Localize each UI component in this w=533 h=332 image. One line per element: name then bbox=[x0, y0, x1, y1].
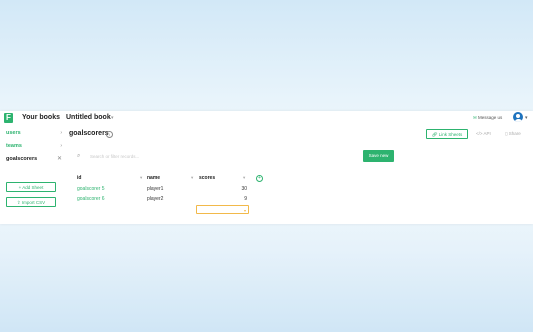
new-record-input-cell[interactable]: ▾ bbox=[196, 205, 249, 214]
search-icon: ⌕ bbox=[77, 153, 81, 159]
api-button[interactable]: </> API bbox=[476, 130, 491, 138]
user-menu-chevron-icon[interactable]: ▾ bbox=[525, 114, 528, 122]
avatar-torso-shape bbox=[514, 118, 522, 122]
link-sheets-button[interactable]: 🔗︎ Link Sheets bbox=[426, 129, 468, 139]
api-label: API bbox=[483, 131, 491, 136]
top-bar: F Your books › Untitled book ▾ ✉ Message… bbox=[0, 111, 533, 125]
table-cell-scores[interactable]: 30 bbox=[217, 185, 247, 193]
close-icon[interactable]: ✕ bbox=[57, 154, 62, 164]
message-us-label: Message us bbox=[478, 115, 503, 120]
book-menu-chevron-icon[interactable]: ▾ bbox=[111, 113, 114, 123]
breadcrumb-your-books[interactable]: Your books bbox=[22, 113, 60, 123]
chevron-down-icon: ▾ bbox=[243, 208, 246, 213]
table-cell-id[interactable]: goalscorer 5 bbox=[77, 185, 105, 193]
sidebar-item-label: users bbox=[6, 130, 21, 136]
info-icon[interactable]: i bbox=[106, 131, 113, 138]
import-csv-button[interactable]: ⇪ Import CSV bbox=[6, 197, 56, 207]
breadcrumb-book-title[interactable]: Untitled book bbox=[66, 113, 111, 123]
column-header-scores[interactable]: scores bbox=[199, 174, 215, 182]
add-sheet-label: Add Sheet bbox=[22, 185, 44, 190]
sidebar-item-teams[interactable]: teams › bbox=[6, 141, 62, 151]
search-input[interactable] bbox=[90, 152, 190, 160]
sheet-title: goalscorers bbox=[69, 130, 109, 137]
table-cell-name[interactable]: player2 bbox=[147, 195, 163, 203]
link-sheets-label: Link Sheets bbox=[438, 132, 463, 137]
add-column-icon[interactable]: + bbox=[256, 175, 263, 182]
avatar-head-shape bbox=[516, 114, 520, 118]
sidebar-item-label: goalscorers bbox=[6, 156, 38, 162]
table-cell-id[interactable]: goalscorer 6 bbox=[77, 195, 105, 203]
save-new-button[interactable]: Save new bbox=[363, 150, 394, 162]
chevron-right-icon: › bbox=[60, 130, 62, 136]
message-us-link[interactable]: ✉ Message us bbox=[473, 114, 502, 122]
column-header-name[interactable]: name bbox=[147, 174, 160, 182]
column-menu-chevron-icon[interactable]: ▾ bbox=[140, 174, 142, 182]
chat-icon: ✉ bbox=[473, 115, 477, 120]
link-icon: 🔗︎ bbox=[431, 132, 439, 137]
share-label: Share bbox=[508, 131, 521, 136]
add-sheet-button[interactable]: + Add Sheet bbox=[6, 182, 56, 192]
column-header-id[interactable]: id bbox=[77, 174, 81, 182]
app-window: F Your books › Untitled book ▾ ✉ Message… bbox=[0, 111, 533, 224]
share-button[interactable]: ▯ Share bbox=[505, 130, 521, 138]
sidebar-item-goalscorers[interactable]: goalscorers ✕ bbox=[6, 154, 62, 164]
sidebar-item-label: teams bbox=[6, 143, 22, 149]
sheets-sidebar: users › teams › goalscorers ✕ + Add Shee… bbox=[0, 125, 66, 224]
sidebar-item-users[interactable]: users › bbox=[6, 128, 62, 138]
column-menu-chevron-icon[interactable]: ▾ bbox=[191, 174, 193, 182]
table-cell-scores[interactable]: 9 bbox=[217, 195, 247, 203]
app-logo[interactable]: F bbox=[4, 113, 13, 123]
breadcrumb-separator-icon: › bbox=[58, 115, 60, 121]
user-avatar[interactable] bbox=[513, 112, 523, 122]
column-menu-chevron-icon[interactable]: ▾ bbox=[243, 174, 245, 182]
import-csv-label: Import CSV bbox=[21, 200, 46, 205]
code-icon: </> bbox=[476, 131, 484, 136]
chevron-right-icon: › bbox=[60, 143, 62, 149]
table-cell-name[interactable]: player1 bbox=[147, 185, 163, 193]
